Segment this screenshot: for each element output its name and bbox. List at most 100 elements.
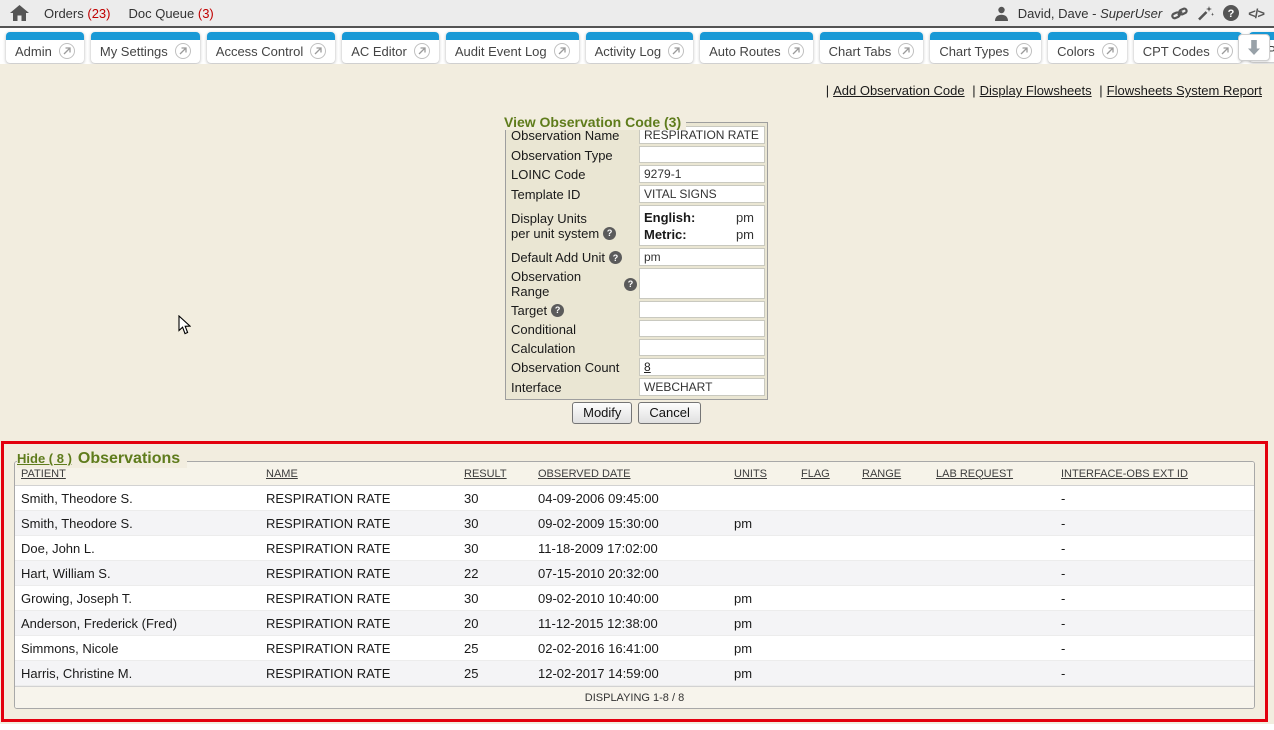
display-flowsheets-link[interactable]: Display Flowsheets [980, 83, 1092, 98]
field-label: Default Add Unit [511, 250, 605, 265]
table-row[interactable]: Anderson, Frederick (Fred)RESPIRATION RA… [15, 611, 1254, 636]
home-icon[interactable] [10, 4, 30, 22]
tab-accent [207, 32, 335, 40]
field-value: VITAL SIGNS [639, 185, 765, 203]
field-value: 9279-1 [639, 165, 765, 183]
popout-icon[interactable] [1102, 43, 1118, 59]
link-icon[interactable] [1171, 6, 1188, 21]
popout-icon[interactable] [175, 43, 191, 59]
user-icon [994, 6, 1009, 21]
table-row[interactable]: Smith, Theodore S.RESPIRATION RATE3004-0… [15, 486, 1254, 511]
table-row[interactable]: Simmons, NicoleRESPIRATION RATE2502-02-2… [15, 636, 1254, 661]
english-label: English: [644, 210, 695, 225]
field-value: 8 [639, 358, 765, 376]
tab-accent [700, 32, 813, 40]
add-observation-code-link[interactable]: Add Observation Code [833, 83, 965, 98]
field-label: Observation Name [511, 128, 619, 143]
tab-admin[interactable]: Admin [6, 32, 84, 63]
field-row-observation-range: Observation Range? [508, 267, 765, 300]
field-row-observation-count: Observation Count 8 [508, 357, 765, 377]
topnav-doc-queue[interactable]: Doc Queue (3) [128, 6, 213, 21]
tab-accent [586, 32, 693, 40]
popout-icon[interactable] [898, 43, 914, 59]
col-observed-date[interactable]: OBSERVED DATE [538, 468, 734, 480]
cancel-button[interactable]: Cancel [638, 402, 700, 424]
col-range[interactable]: RANGE [862, 468, 936, 480]
col-units[interactable]: UNITS [734, 468, 801, 480]
field-value [639, 320, 765, 337]
observations-title: Observations [78, 450, 180, 467]
form-buttons: Modify Cancel [505, 402, 768, 424]
topnav-orders[interactable]: Orders (23) [44, 6, 110, 21]
field-label: Interface [511, 380, 562, 395]
hide-link[interactable]: Hide ( 8 ) [17, 451, 72, 466]
tab-colors[interactable]: Colors [1048, 32, 1127, 63]
tab-cpt-codes[interactable]: CPT Codes [1134, 32, 1242, 63]
help-icon[interactable]: ? [551, 304, 564, 317]
metric-label: Metric: [644, 227, 687, 242]
field-row-target: Target? [508, 300, 765, 319]
help-icon[interactable]: ? [603, 227, 616, 240]
tab-access-control[interactable]: Access Control [207, 32, 335, 63]
field-value: pm [639, 248, 765, 266]
tab-audit-event-log[interactable]: Audit Event Log [446, 32, 579, 63]
tab-accent [1048, 32, 1127, 40]
flowsheets-system-report-link[interactable]: Flowsheets System Report [1107, 83, 1262, 98]
svg-text:?: ? [1228, 8, 1235, 20]
modify-button[interactable]: Modify [572, 402, 632, 424]
code-icon[interactable]: </> [1248, 6, 1264, 21]
help-icon[interactable]: ? [1223, 5, 1239, 21]
col-name[interactable]: NAME [266, 468, 464, 480]
popout-icon[interactable] [59, 43, 75, 59]
popout-icon[interactable] [414, 43, 430, 59]
field-row-conditional: Conditional [508, 319, 765, 338]
field-value [639, 301, 765, 318]
field-row-calculation: Calculation [508, 338, 765, 357]
wand-icon[interactable] [1197, 5, 1214, 21]
tab-accent [1134, 32, 1242, 40]
observation-count-link[interactable]: 8 [644, 360, 651, 374]
popout-icon[interactable] [788, 43, 804, 59]
view-observation-code-panel: Observation Name RESPIRATION RATE Observ… [505, 122, 768, 400]
tab-auto-routes[interactable]: Auto Routes [700, 32, 813, 63]
col-patient[interactable]: PATIENT [21, 468, 266, 480]
table-row[interactable]: Hart, William S.RESPIRATION RATE2207-15-… [15, 561, 1254, 586]
tab-activity-log[interactable]: Activity Log [586, 32, 693, 63]
popout-icon[interactable] [668, 43, 684, 59]
field-label: Observation Range [511, 269, 620, 299]
col-flag[interactable]: FLAG [801, 468, 862, 480]
col-lab-request[interactable]: LAB REQUEST [936, 468, 1061, 480]
field-label: LOINC Code [511, 167, 585, 182]
tab-chart-types[interactable]: Chart Types [930, 32, 1041, 63]
observations-legend: Hide ( 8 ) Observations [17, 450, 187, 468]
tab-chart-tabs[interactable]: Chart Tabs [820, 32, 924, 63]
field-row-loinc-code: LOINC Code 9279-1 [508, 164, 765, 184]
help-icon[interactable]: ? [609, 251, 622, 264]
field-row-observation-type: Observation Type [508, 145, 765, 164]
table-row[interactable]: Smith, Theodore S.RESPIRATION RATE3009-0… [15, 511, 1254, 536]
table-row[interactable]: Doe, John L.RESPIRATION RATE3011-18-2009… [15, 536, 1254, 561]
help-icon[interactable]: ? [624, 278, 637, 291]
table-row[interactable]: Harris, Christine M.RESPIRATION RATE2512… [15, 661, 1254, 686]
table-row[interactable]: Growing, Joseph T.RESPIRATION RATE3009-0… [15, 586, 1254, 611]
popout-icon[interactable] [1217, 43, 1233, 59]
topbar-right: David, Dave - SuperUser ? </> [994, 5, 1264, 21]
field-value [639, 339, 765, 356]
tab-accent [6, 32, 84, 40]
view-code-legend: View Observation Code (3) [499, 114, 686, 130]
tab-accent [820, 32, 924, 40]
col-result[interactable]: RESULT [464, 468, 538, 480]
tab-accent [930, 32, 1041, 40]
field-label: Target [511, 303, 547, 318]
tab-overflow-button[interactable] [1238, 34, 1270, 61]
field-row-display-units: Display Units per unit system? English:p… [508, 204, 765, 247]
popout-icon[interactable] [1016, 43, 1032, 59]
observations-highlight-box: Hide ( 8 ) Observations PATIENT NAME RESU… [1, 441, 1268, 722]
col-interface-obs-ext-id[interactable]: INTERFACE-OBS EXT ID [1061, 468, 1254, 480]
field-label: Observation Count [511, 360, 619, 375]
tab-ac-editor[interactable]: AC Editor [342, 32, 439, 63]
popout-icon[interactable] [554, 43, 570, 59]
tab-my-settings[interactable]: My Settings [91, 32, 200, 63]
tab-accent [446, 32, 579, 40]
popout-icon[interactable] [310, 43, 326, 59]
